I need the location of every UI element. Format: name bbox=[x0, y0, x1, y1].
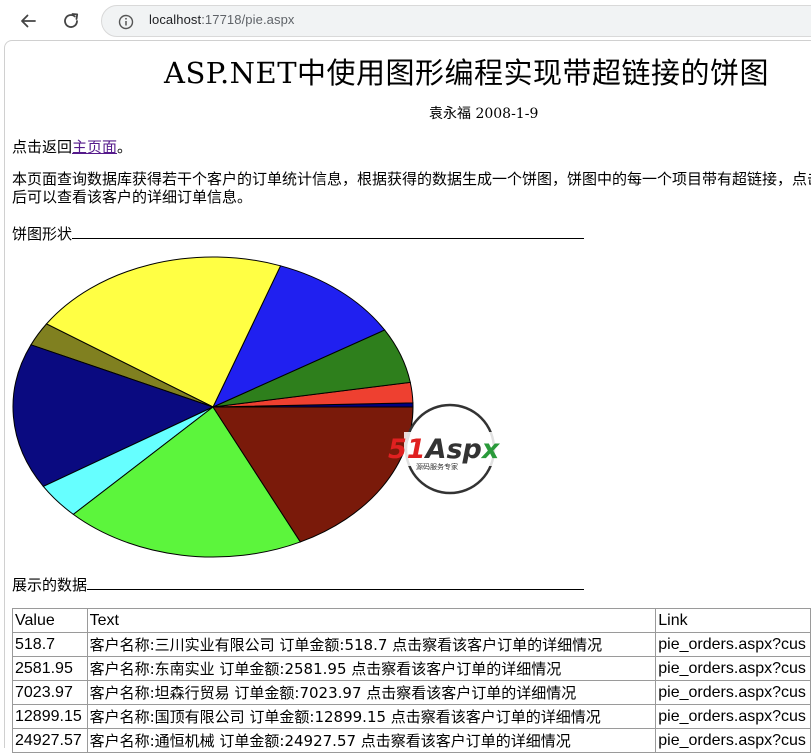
cell-text: 客户名称:通恒机械 订单金额:24927.57 点击察看该客户订单的详细情况 bbox=[86, 728, 657, 753]
section-divider bbox=[72, 224, 585, 239]
section-divider bbox=[87, 575, 585, 590]
table-row: 7023.97 客户名称:坦森行贸易 订单金额:7023.97 点击察看该客户订… bbox=[12, 680, 811, 705]
url-host: localhost bbox=[149, 12, 202, 27]
cell-value: 7023.97 bbox=[12, 680, 88, 705]
arrow-left-icon bbox=[21, 14, 36, 28]
column-header-value: Value bbox=[12, 608, 88, 633]
table-row: 518.7 客户名称:三川实业有限公司 订单金额:518.7 点击察看该客户订单… bbox=[12, 632, 811, 657]
url-text: localhost:17718/pie.aspx bbox=[149, 12, 295, 27]
cell-value: 2581.95 bbox=[12, 656, 88, 681]
cell-link: pie_orders.aspx?cus bbox=[655, 680, 811, 705]
data-table: Value Text Link 518.7 客户名称:三川实业有限公司 订单金额… bbox=[12, 608, 811, 753]
cell-value: 12899.15 bbox=[12, 704, 88, 729]
cell-text: 客户名称:坦森行贸易 订单金额:7023.97 点击察看该客户订单的详细情况 bbox=[86, 680, 657, 705]
cell-link: pie_orders.aspx?cus bbox=[655, 632, 811, 657]
table-row: 12899.15 客户名称:国顶有限公司 订单金额:12899.15 点击察看该… bbox=[12, 704, 811, 729]
pie-chart bbox=[12, 256, 414, 558]
page-description: 本页面查询数据库获得若干个客户的订单统计信息，根据获得的数据生成一个饼图，饼图中… bbox=[12, 170, 811, 206]
table-header-row: Value Text Link bbox=[12, 608, 811, 633]
pie-section-label: 饼图形状 bbox=[12, 225, 73, 243]
cell-text: 客户名称:国顶有限公司 订单金额:12899.15 点击察看该客户订单的详细情况 bbox=[86, 704, 657, 729]
back-prefix: 点击返回 bbox=[12, 138, 73, 156]
watermark-sub: 源码服务专家 bbox=[416, 462, 458, 471]
cell-link: pie_orders.aspx?cus bbox=[655, 656, 811, 681]
cell-link: pie_orders.aspx?cus bbox=[655, 728, 811, 753]
watermark-logo: 51Aspx 源码服务专家 bbox=[388, 403, 516, 495]
back-line: 点击返回主页面。 bbox=[12, 136, 132, 157]
watermark-text: 51Aspx bbox=[388, 434, 501, 465]
cell-link: pie_orders.aspx?cus bbox=[655, 704, 811, 729]
column-header-link: Link bbox=[655, 608, 811, 633]
page-title: ASP.NET中使用图形编程实现带超链接的饼图 bbox=[164, 56, 770, 90]
back-button[interactable] bbox=[15, 8, 41, 34]
cell-text: 客户名称:三川实业有限公司 订单金额:518.7 点击察看该客户订单的详细情况 bbox=[86, 632, 657, 657]
table-row: 2581.95 客户名称:东南实业 订单金额:2581.95 点击察看该客户订单… bbox=[12, 656, 811, 681]
pie-section-heading: 饼图形状 bbox=[12, 223, 585, 244]
home-link[interactable]: 主页面 bbox=[72, 138, 117, 156]
reload-icon bbox=[64, 13, 79, 28]
info-circle-icon[interactable] bbox=[118, 14, 134, 30]
url-path: :17718/pie.aspx bbox=[201, 12, 295, 27]
cell-value: 24927.57 bbox=[12, 728, 88, 753]
data-section-heading: 展示的数据 bbox=[12, 574, 585, 595]
cell-text: 客户名称:东南实业 订单金额:2581.95 点击察看该客户订单的详细情况 bbox=[86, 656, 657, 681]
column-header-text: Text bbox=[86, 608, 657, 633]
browser-toolbar: localhost:17718/pie.aspx bbox=[0, 0, 811, 40]
cell-value: 518.7 bbox=[12, 632, 88, 657]
reload-button[interactable] bbox=[58, 8, 84, 34]
table-row: 24927.57 客户名称:通恒机械 订单金额:24927.57 点击察看该客户… bbox=[12, 728, 811, 753]
back-suffix: 。 bbox=[117, 138, 133, 156]
author-line: 袁永福 2008-1-9 bbox=[429, 106, 539, 122]
data-section-label: 展示的数据 bbox=[12, 576, 88, 594]
